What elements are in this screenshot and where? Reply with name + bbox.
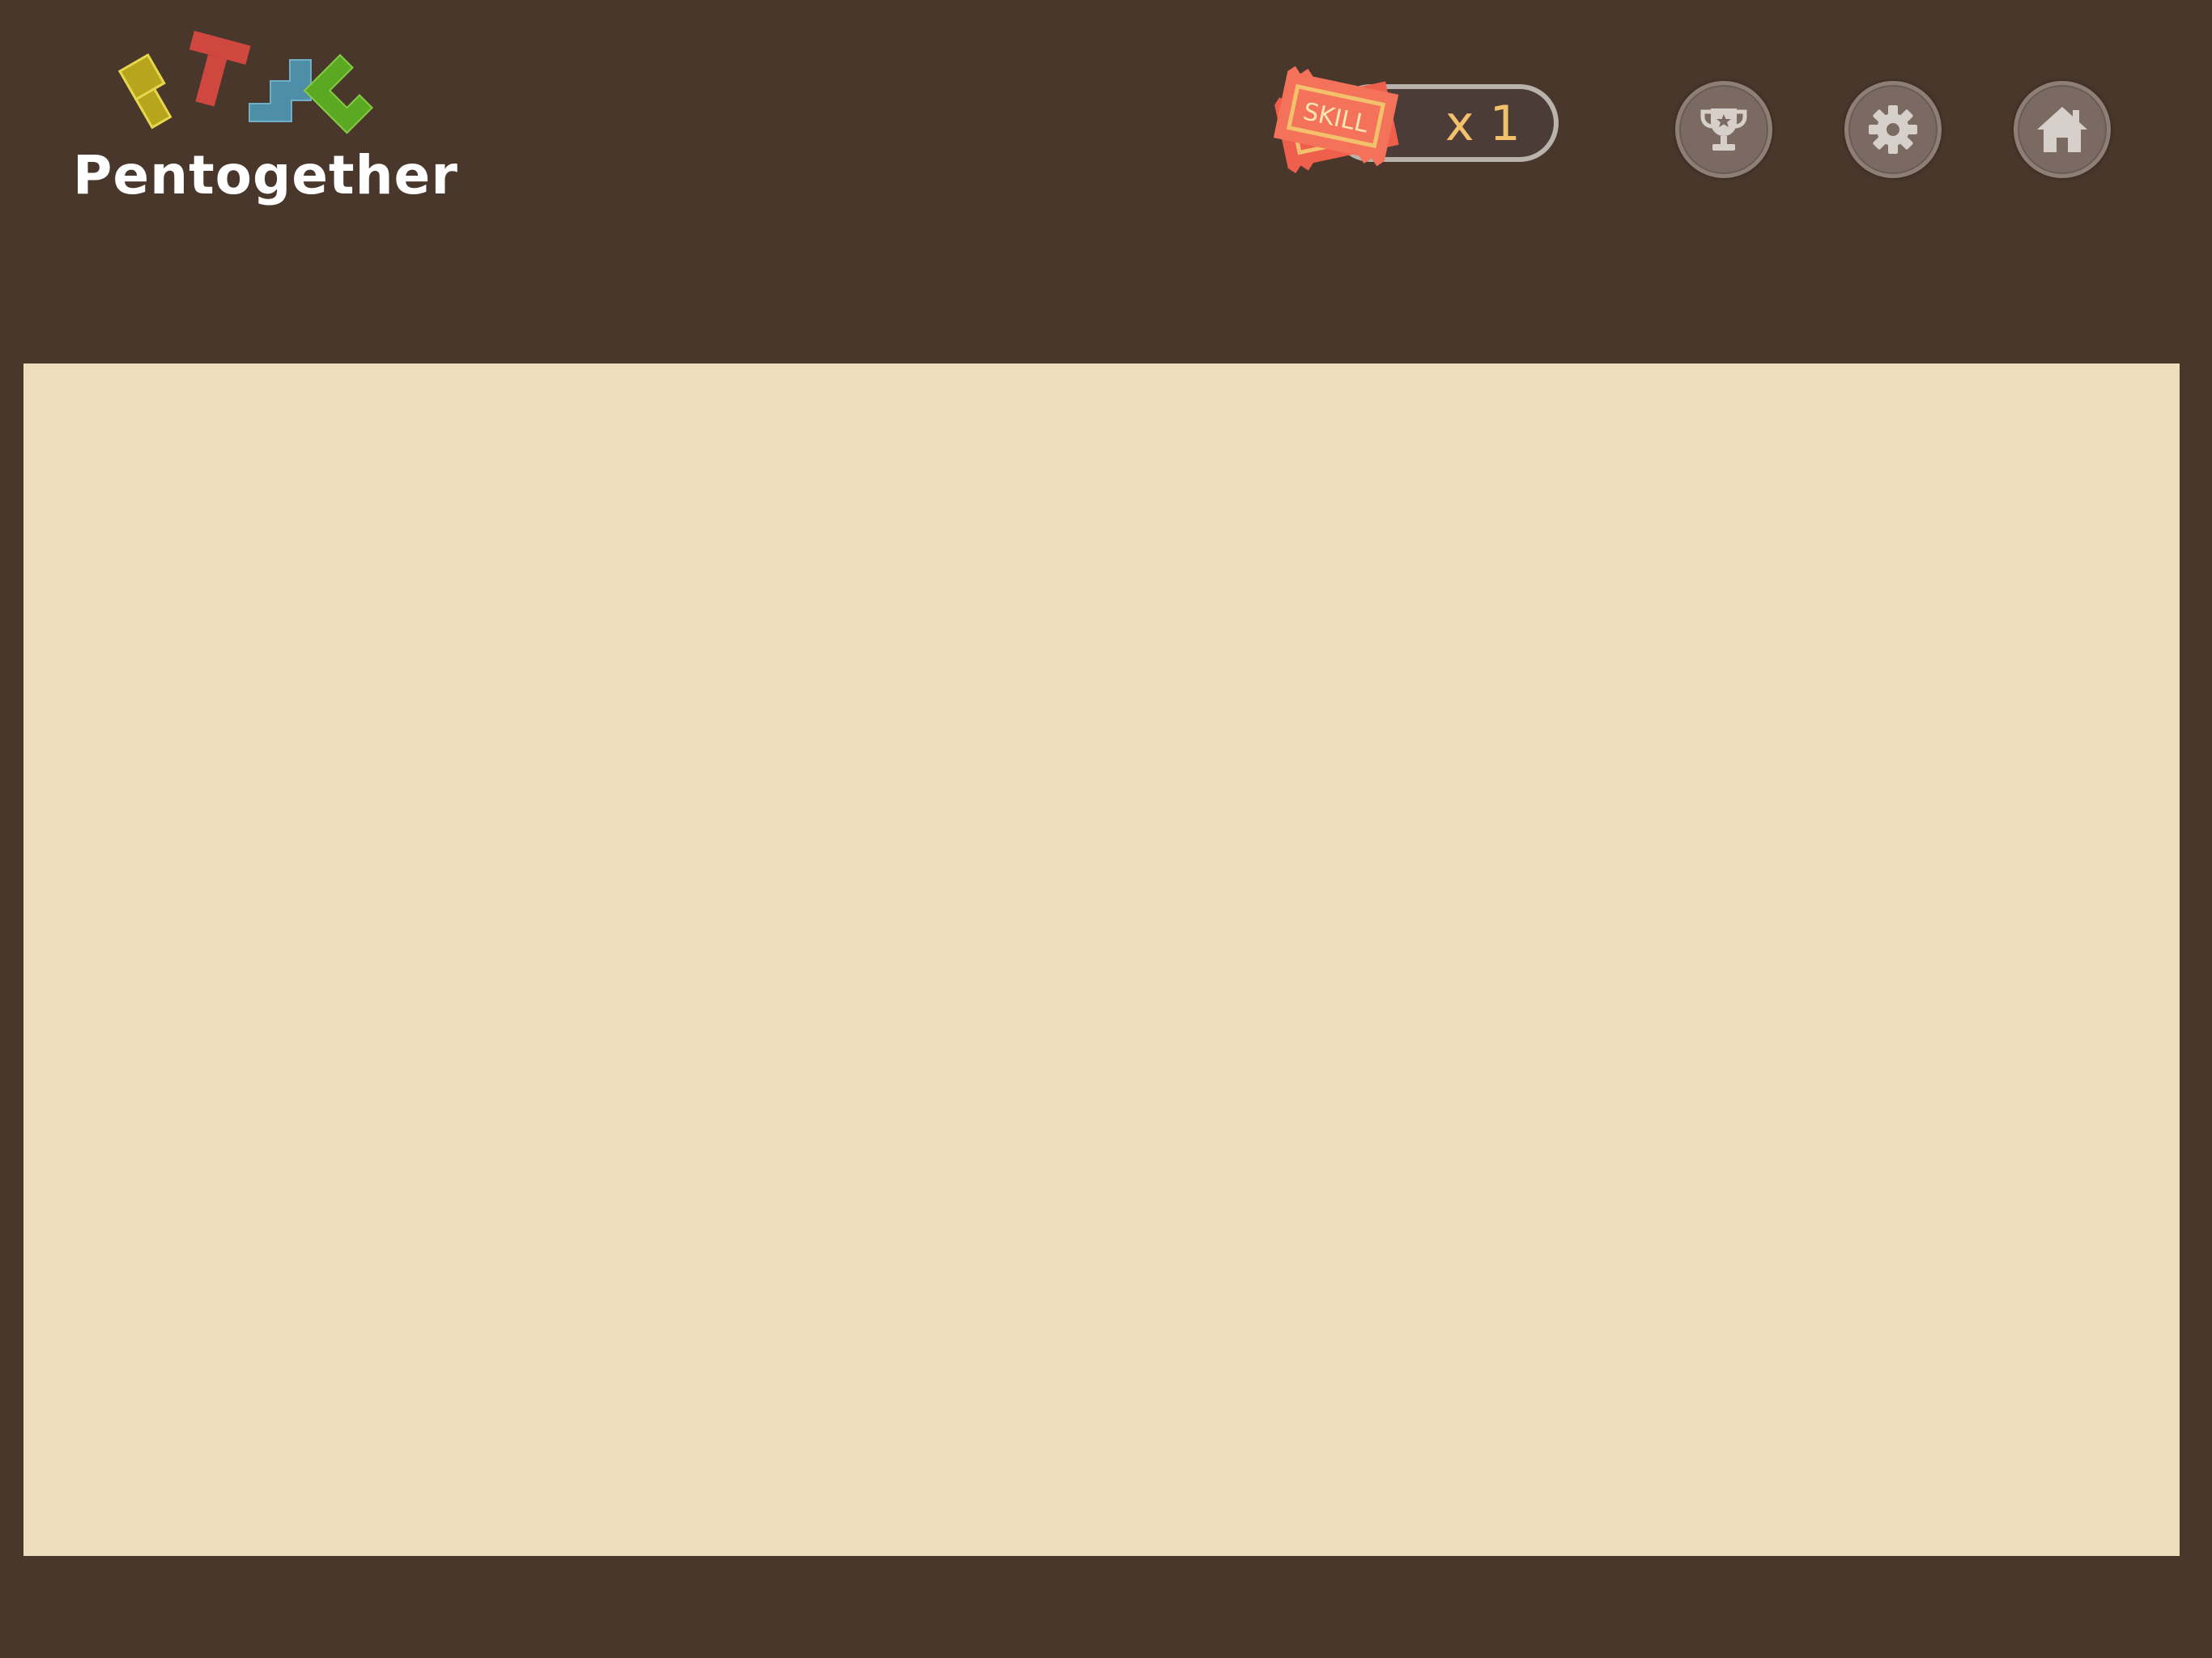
trophy-icon xyxy=(1700,108,1747,151)
green-pentomino-icon xyxy=(303,53,374,134)
home-icon xyxy=(2037,107,2087,152)
app-logo: Pentogether xyxy=(73,24,462,219)
red-pentomino-icon xyxy=(189,31,251,107)
logo-pieces xyxy=(117,31,374,134)
game-board[interactable] xyxy=(23,363,2180,1556)
gear-icon xyxy=(1869,105,1917,154)
yellow-pentomino-icon xyxy=(117,53,172,130)
skill-ticket-counter[interactable]: x 1 SKILL xyxy=(1255,57,1571,178)
app-title: Pentogether xyxy=(73,144,458,206)
home-button[interactable] xyxy=(2014,81,2111,178)
settings-button[interactable] xyxy=(1844,81,1942,178)
game-screen: Pentogether x 1 SKILL xyxy=(0,0,2212,1658)
skill-count: x 1 xyxy=(1445,96,1521,152)
trophy-button[interactable] xyxy=(1675,81,1772,178)
blue-pentomino-icon xyxy=(249,59,312,122)
skill-ticket-icon: SKILL xyxy=(1273,66,1399,173)
